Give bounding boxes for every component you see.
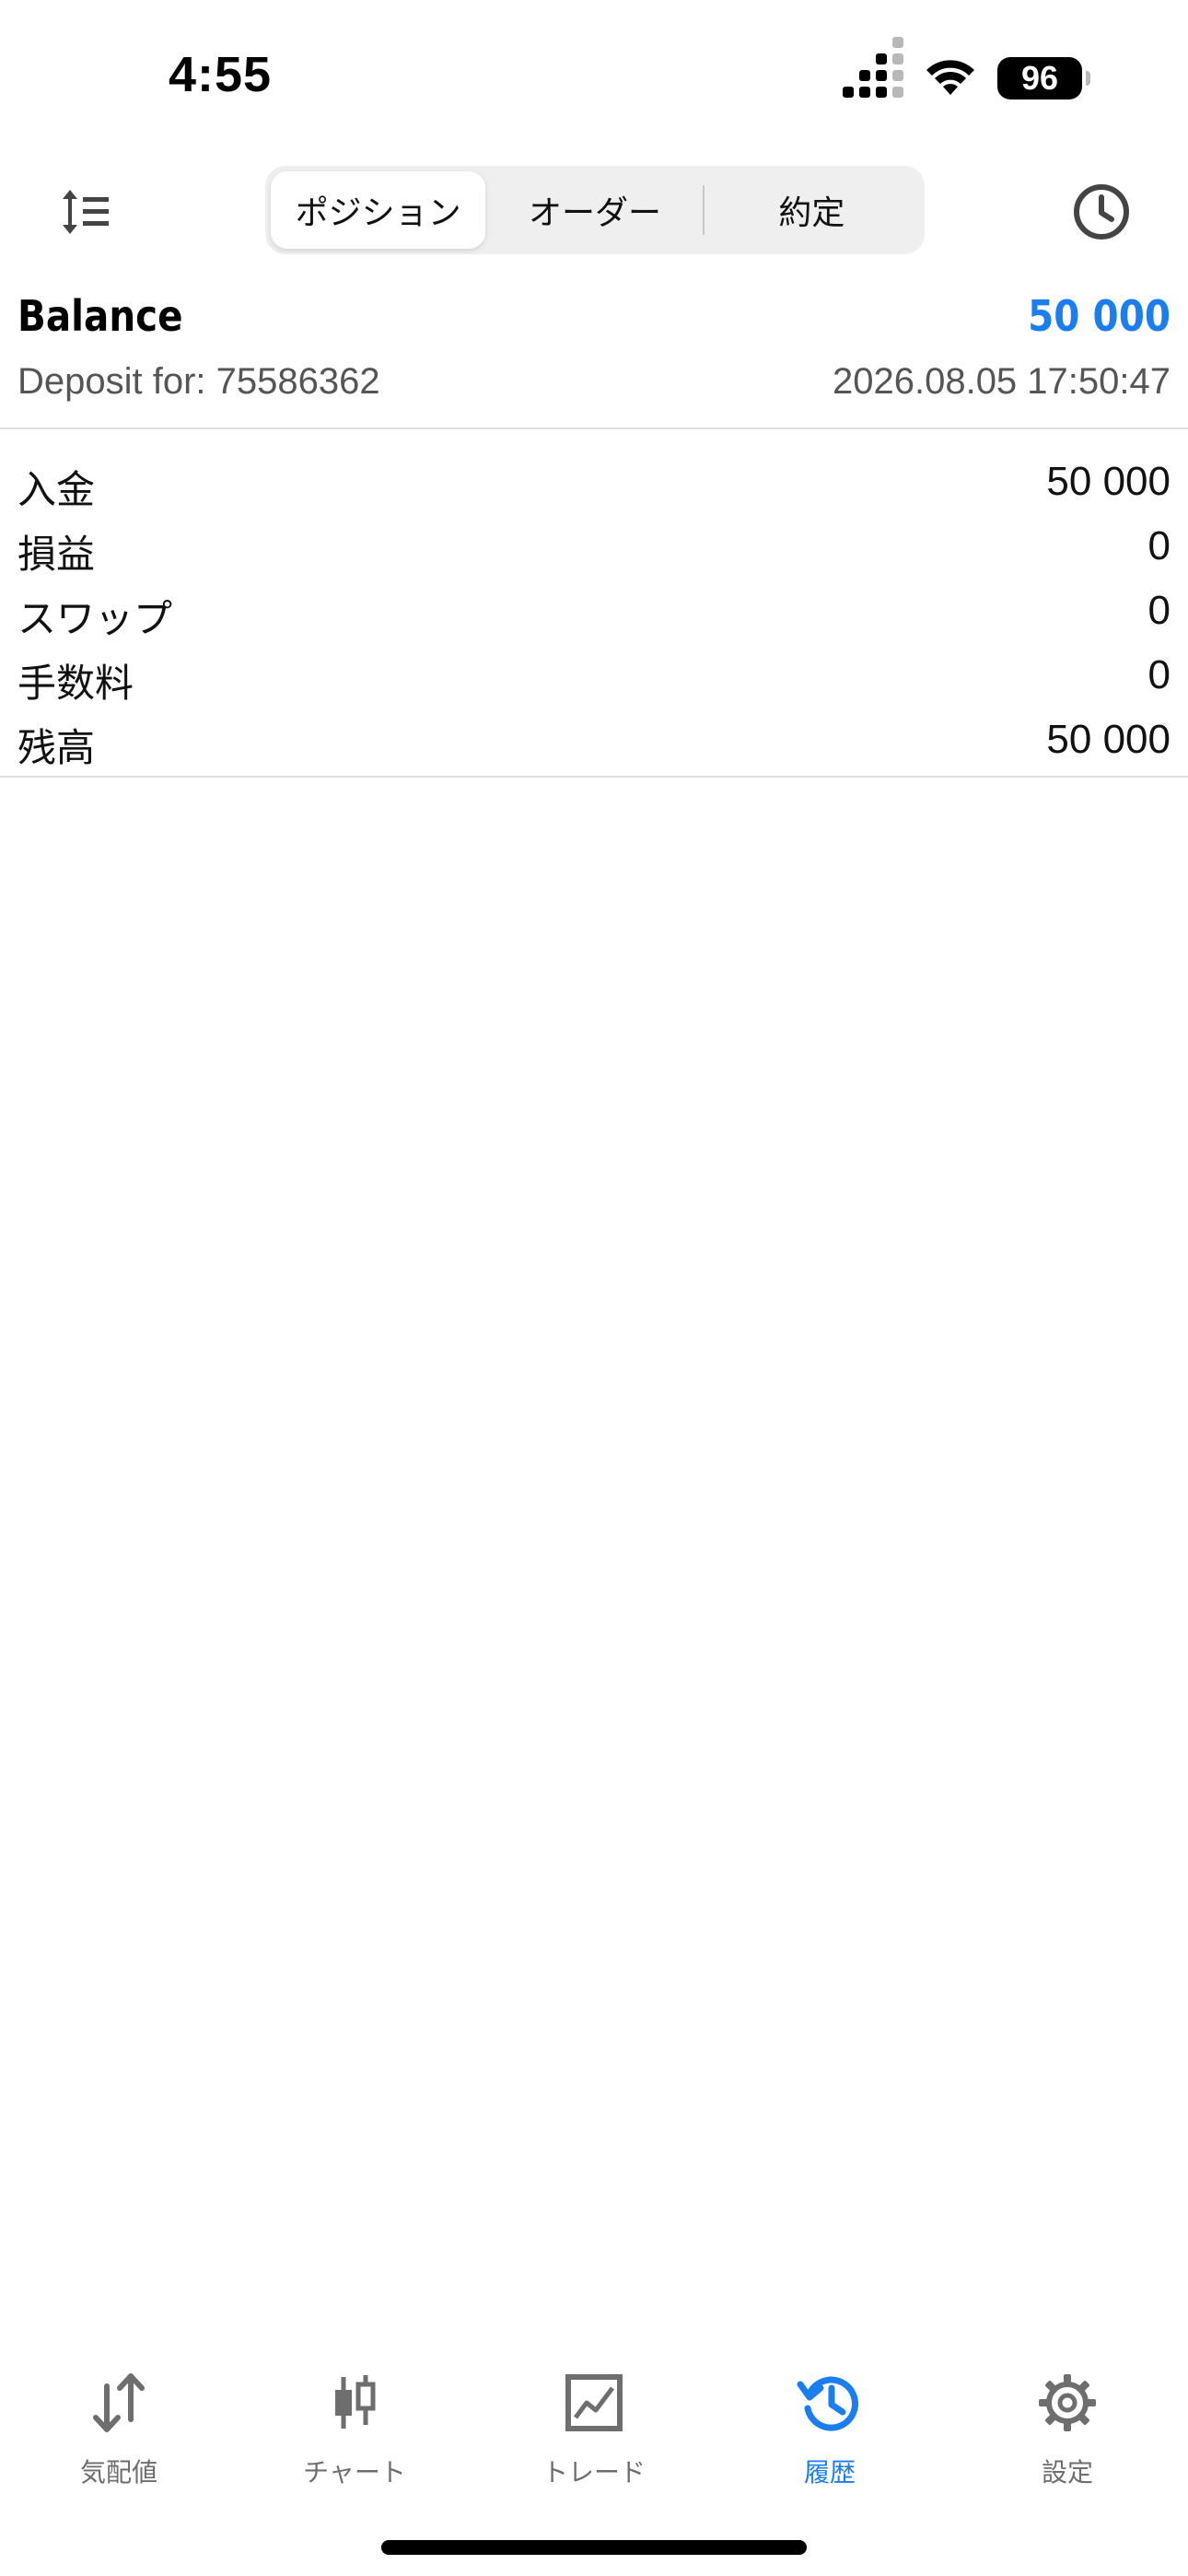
history-clock-icon [793,2366,867,2440]
tab-bar: 気配値 チャート トレード 履歴 設定 [0,2340,1188,2506]
tab-label: 設定 [1041,2458,1093,2487]
summary-row-swap: スワップ 0 [0,579,1188,643]
summary-label: 損益 [17,533,96,576]
summary-value: 50 000 [1046,717,1171,762]
balance-entry[interactable]: Balance 50 000 Deposit for: 75586362 202… [0,276,1188,429]
segment-orders[interactable]: オーダー [487,171,702,249]
battery-level: 96 [1020,59,1059,97]
summary-row-commission: 手数料 0 [0,643,1188,708]
status-icons: 96 [843,37,1090,100]
balance-title: Balance [17,291,183,341]
balance-amount: 50 000 [1028,291,1171,341]
top-toolbar: ポジション オーダー 約定 [0,166,1188,258]
period-button[interactable] [1066,177,1136,247]
summary-row-profit: 損益 0 [0,514,1188,579]
tab-label: 履歴 [803,2458,856,2487]
tab-chart[interactable]: チャート [262,2340,447,2497]
summary-row-deposit: 入金 50 000 [0,450,1188,514]
summary-label: スワップ [17,597,173,640]
tab-history[interactable]: 履歴 [738,2340,922,2497]
status-bar: 4:55 96 [0,0,1188,157]
tab-trade[interactable]: トレード [502,2340,686,2497]
segment-label: ポジション [295,193,461,231]
segment-deals[interactable]: 約定 [705,171,919,249]
segment-positions[interactable]: ポジション [271,171,486,249]
deposit-datetime: 2026.08.05 17:50:47 [832,361,1171,402]
summary-label: 手数料 [17,662,134,705]
tab-label: チャート [303,2458,406,2487]
clock-icon [1074,184,1129,240]
summary-value: 0 [1147,588,1171,633]
tab-label: トレード [542,2458,646,2487]
summary-row-balance: 残高 50 000 [0,708,1188,772]
battery-icon: 96 [997,57,1090,100]
summary-label: 残高 [17,726,96,769]
tab-settings[interactable]: 設定 [975,2340,1159,2497]
trade-chart-icon [557,2366,631,2440]
summary-value: 0 [1147,652,1171,697]
history-screen: 4:55 96 ポジション オーダー 約定 Balance 50 000 Dep… [0,0,1188,2576]
segment-label: オーダー [528,193,661,231]
segmented-control: ポジション オーダー 約定 [265,166,925,254]
segment-label: 約定 [778,193,845,231]
sort-button[interactable] [52,177,122,247]
summary-label: 入金 [17,468,96,511]
candlestick-chart-icon [318,2366,391,2440]
sort-list-icon [63,190,109,234]
tab-label: 気配値 [79,2458,157,2487]
gear-icon [1031,2366,1104,2440]
quotes-arrows-icon [82,2366,156,2440]
summary-value: 0 [1147,523,1171,568]
deposit-subtitle: Deposit for: 75586362 [17,361,380,402]
summary-value: 50 000 [1046,459,1171,504]
tab-quotes[interactable]: 気配値 [27,2340,211,2497]
summary-section: 入金 50 000 損益 0 スワップ 0 手数料 0 残高 50 000 [0,439,1188,778]
cellular-signal-icon [843,37,903,98]
wifi-icon [926,60,974,95]
home-indicator[interactable] [381,2540,807,2555]
status-time: 4:55 [169,47,273,102]
